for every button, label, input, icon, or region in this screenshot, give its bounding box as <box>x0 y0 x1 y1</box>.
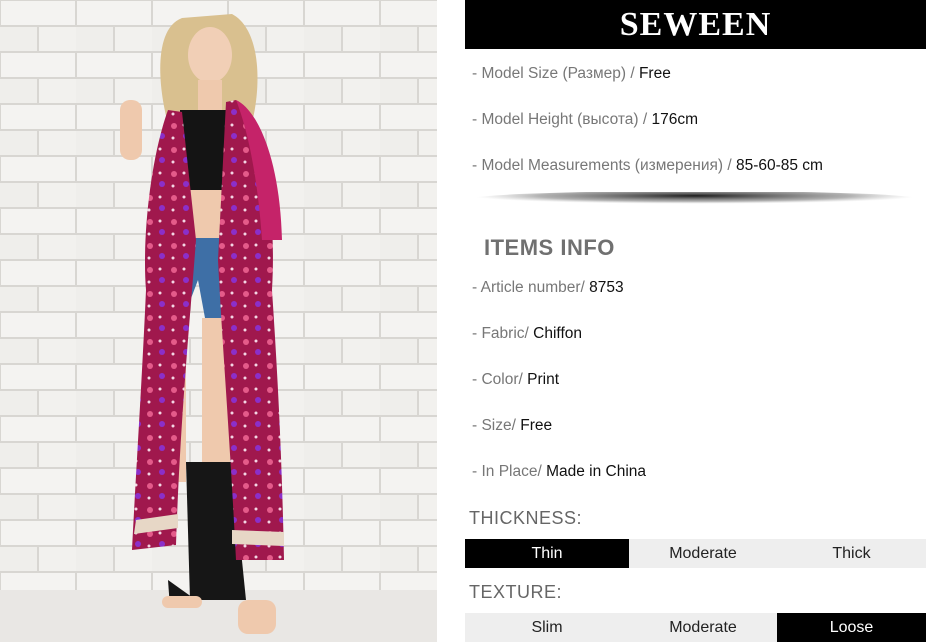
model-size-row: - Model Size (Размер) / Free <box>472 65 671 83</box>
thickness-option-moderate: Moderate <box>629 539 777 568</box>
color-row: - Color/ Print <box>472 371 559 389</box>
size-value: Free <box>520 417 553 434</box>
thickness-scale: Thin Moderate Thick <box>465 539 926 568</box>
brand-banner: SEWEEN <box>465 0 926 49</box>
model-measurements-label: - Model Measurements (измерения) / <box>472 157 736 174</box>
shadow-divider <box>472 192 918 207</box>
size-row: - Size/ Free <box>472 417 552 435</box>
article-number-label: - Article number/ <box>472 279 590 296</box>
article-number-value: 8753 <box>589 279 624 296</box>
model-height-row: - Model Height (высота) / 176cm <box>472 111 698 129</box>
color-value: Print <box>527 371 559 388</box>
thickness-option-thick: Thick <box>777 539 926 568</box>
fabric-value: Chiffon <box>533 325 582 342</box>
texture-option-moderate: Moderate <box>629 613 777 642</box>
texture-scale: Slim Moderate Loose <box>465 613 926 642</box>
model-size-label: - Model Size (Размер) / <box>472 65 639 82</box>
product-photo <box>0 0 437 642</box>
in-place-label: - In Place/ <box>472 463 547 480</box>
fabric-row: - Fabric/ Chiffon <box>472 325 582 343</box>
model-measurements-row: - Model Measurements (измерения) / 85-60… <box>472 157 823 175</box>
brand-name: SEWEEN <box>619 5 772 43</box>
model-measurements-value: 85-60-85 cm <box>735 157 823 174</box>
model-height-label: - Model Height (высота) / <box>472 111 652 128</box>
in-place-row: - In Place/ Made in China <box>472 463 646 481</box>
fabric-label: - Fabric/ <box>472 325 534 342</box>
texture-label: TEXTURE: <box>469 582 563 602</box>
size-label: - Size/ <box>472 417 521 434</box>
items-info-title: ITEMS INFO <box>484 235 615 260</box>
texture-option-slim: Slim <box>465 613 629 642</box>
color-label: - Color/ <box>472 371 528 388</box>
texture-option-loose: Loose <box>777 613 926 642</box>
article-number-row: - Article number/ 8753 <box>472 279 624 297</box>
thickness-option-thin: Thin <box>465 539 629 568</box>
thickness-label: THICKNESS: <box>469 508 583 528</box>
model-size-value: Free <box>638 65 671 82</box>
model-height-value: 176cm <box>651 111 698 128</box>
in-place-value: Made in China <box>546 463 647 480</box>
